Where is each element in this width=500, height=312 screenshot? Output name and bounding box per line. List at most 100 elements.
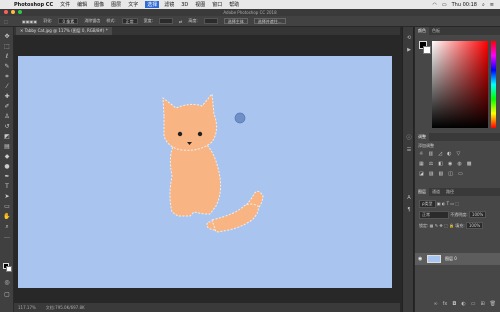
menu-window[interactable]: 窗口 <box>212 1 222 8</box>
quick-select-tool-icon[interactable]: ✎ <box>3 63 11 70</box>
blur-tool-icon[interactable]: ◆ <box>3 153 11 160</box>
color-field[interactable] <box>432 41 488 128</box>
history-brush-icon[interactable]: ↺ <box>3 123 11 130</box>
threshold-icon[interactable]: ▧ <box>438 171 443 177</box>
select-subject-button[interactable]: 选择主体 <box>223 18 248 24</box>
clock[interactable]: Thu 00:18 <box>452 2 477 8</box>
hue-saturation-icon[interactable]: ▦ <box>419 161 424 167</box>
zoom-level[interactable]: 117.17% <box>18 305 36 310</box>
pen-tool-icon[interactable]: ✒ <box>3 173 11 180</box>
color-lookup-icon[interactable]: ▩ <box>467 161 472 167</box>
tab-paths[interactable]: 路径 <box>443 188 457 196</box>
menu-layer[interactable]: 图层 <box>111 1 121 8</box>
vibrance-icon[interactable]: ▽ <box>456 151 460 157</box>
menu-file[interactable]: 文件 <box>60 1 70 8</box>
link-layers-icon[interactable]: ∞ <box>433 301 437 307</box>
battery-icon[interactable]: ▭ <box>442 2 447 8</box>
new-layer-icon[interactable]: ⊞ <box>480 301 484 307</box>
brightness-icon[interactable]: ☼ <box>419 151 423 157</box>
eraser-tool-icon[interactable]: ◩ <box>3 133 11 140</box>
document-tab[interactable]: ✕ Tabby Cat.jpg @ 117% (图层 0, RGB/8#) * <box>16 27 112 35</box>
gradient-map-icon[interactable]: ▭ <box>458 171 463 177</box>
gradient-tool-icon[interactable]: ▤ <box>3 143 11 150</box>
photo-filter-icon[interactable]: ◉ <box>448 161 452 167</box>
eyedropper-tool-icon[interactable]: ⁄ <box>3 83 11 90</box>
quick-mask-icon[interactable]: ◎ <box>3 279 11 286</box>
filter-icons[interactable]: ▣ ◐ T ▭ ⬚ <box>437 201 459 206</box>
search-icon[interactable]: ⌕ <box>482 2 485 8</box>
menu-help[interactable]: 帮助 <box>229 1 239 8</box>
antialias-checkbox[interactable]: 消除锯齿 <box>84 18 100 24</box>
new-adjustment-icon[interactable]: ◐ <box>461 301 465 307</box>
menu-list-icon[interactable]: ≡ <box>490 2 494 8</box>
zoom-tool-icon[interactable]: ⌕ <box>3 223 11 230</box>
layer-row[interactable]: ◉ 图层 0 <box>415 253 500 265</box>
path-select-icon[interactable]: ➤ <box>3 193 11 200</box>
posterize-icon[interactable]: ▨ <box>429 171 434 177</box>
invert-icon[interactable]: ◪ <box>419 171 424 177</box>
dodge-tool-icon[interactable]: ● <box>3 163 11 170</box>
wifi-icon[interactable]: ◠ <box>432 2 436 8</box>
layer-kind-select[interactable]: ρ类型 <box>419 200 436 208</box>
black-white-icon[interactable]: ◧ <box>438 161 443 167</box>
blend-mode-select[interactable]: 正常 <box>419 211 449 219</box>
menu-view[interactable]: 视图 <box>195 1 205 8</box>
rectangle-tool-icon[interactable]: ▭ <box>3 203 11 210</box>
exposure-icon[interactable]: ◐ <box>447 151 451 157</box>
swap-icon[interactable]: ⇄ <box>179 19 182 24</box>
levels-icon[interactable]: ▥ <box>428 151 433 157</box>
marquee-tool-icon[interactable]: ⬚ <box>3 43 11 50</box>
selective-color-icon[interactable]: ◫ <box>448 171 453 177</box>
clone-stamp-icon[interactable]: ♙ <box>3 113 11 120</box>
marquee-preset-icon[interactable]: ⬚ <box>4 19 8 24</box>
info-panel-icon[interactable]: ⓘ <box>405 135 413 142</box>
document-info[interactable]: 文档:795.0K/697.8K <box>46 305 85 311</box>
style-select[interactable]: 正常 <box>121 18 138 24</box>
paragraph-panel-icon[interactable]: ¶ <box>405 207 413 214</box>
channel-mixer-icon[interactable]: ◍ <box>457 161 461 167</box>
lock-icons[interactable]: ▦ ✎ ✥ ⬚ 🔒 <box>430 223 456 228</box>
minimize-button[interactable] <box>11 10 15 14</box>
app-menu[interactable]: Photoshop CC <box>14 2 53 8</box>
more-tools-icon[interactable]: … <box>3 233 11 240</box>
menu-type[interactable]: 文字 <box>128 1 138 8</box>
selection-mode-icons[interactable]: ▣▣▣▣ <box>22 19 37 24</box>
tab-channels[interactable]: 通道 <box>429 188 443 196</box>
opacity-input[interactable]: 100% <box>468 211 487 218</box>
zoom-button[interactable] <box>18 10 22 14</box>
add-mask-icon[interactable]: ◘ <box>452 301 456 307</box>
feather-input[interactable]: 0 像素 <box>58 18 79 24</box>
fill-input[interactable]: 100% <box>465 222 484 229</box>
select-mask-button[interactable]: 选择并遮住... <box>253 18 286 24</box>
visibility-eye-icon[interactable]: ◉ <box>418 253 422 265</box>
tab-adjustments[interactable]: 调整 <box>415 133 429 141</box>
background-color-swatch[interactable] <box>6 266 12 272</box>
healing-brush-icon[interactable]: ✚ <box>3 93 11 100</box>
layer-name[interactable]: 图层 0 <box>445 253 457 265</box>
hue-slider[interactable] <box>491 41 496 128</box>
height-input[interactable] <box>203 18 218 24</box>
menu-filter[interactable]: 滤镜 <box>164 1 174 8</box>
new-group-icon[interactable]: ▭ <box>471 301 476 307</box>
canvas[interactable] <box>18 56 392 288</box>
move-tool-icon[interactable]: ✥ <box>3 33 11 40</box>
properties-panel-icon[interactable]: ☰ <box>405 147 413 154</box>
character-panel-icon[interactable]: A <box>405 195 413 202</box>
tab-color[interactable]: 颜色 <box>415 27 429 35</box>
color-balance-icon[interactable]: ⚖ <box>429 161 433 167</box>
crop-tool-icon[interactable]: ⌗ <box>3 73 11 80</box>
color-background-swatch[interactable] <box>423 46 431 54</box>
layer-style-icon[interactable]: fx <box>443 301 448 307</box>
hand-tool-icon[interactable]: ✋ <box>3 213 11 220</box>
history-panel-icon[interactable]: ⟲ <box>405 35 413 42</box>
menu-image[interactable]: 图像 <box>94 1 104 8</box>
brush-tool-icon[interactable]: ✐ <box>3 103 11 110</box>
menu-edit[interactable]: 编辑 <box>77 1 87 8</box>
menu-3d[interactable]: 3D <box>181 2 188 8</box>
width-input[interactable] <box>159 18 174 24</box>
curves-icon[interactable]: ◿ <box>438 151 442 157</box>
lasso-tool-icon[interactable]: ℓ <box>3 53 11 60</box>
menu-select[interactable]: 选择 <box>145 1 160 8</box>
delete-layer-icon[interactable]: 🗑 <box>490 301 496 307</box>
close-button[interactable] <box>4 10 8 14</box>
